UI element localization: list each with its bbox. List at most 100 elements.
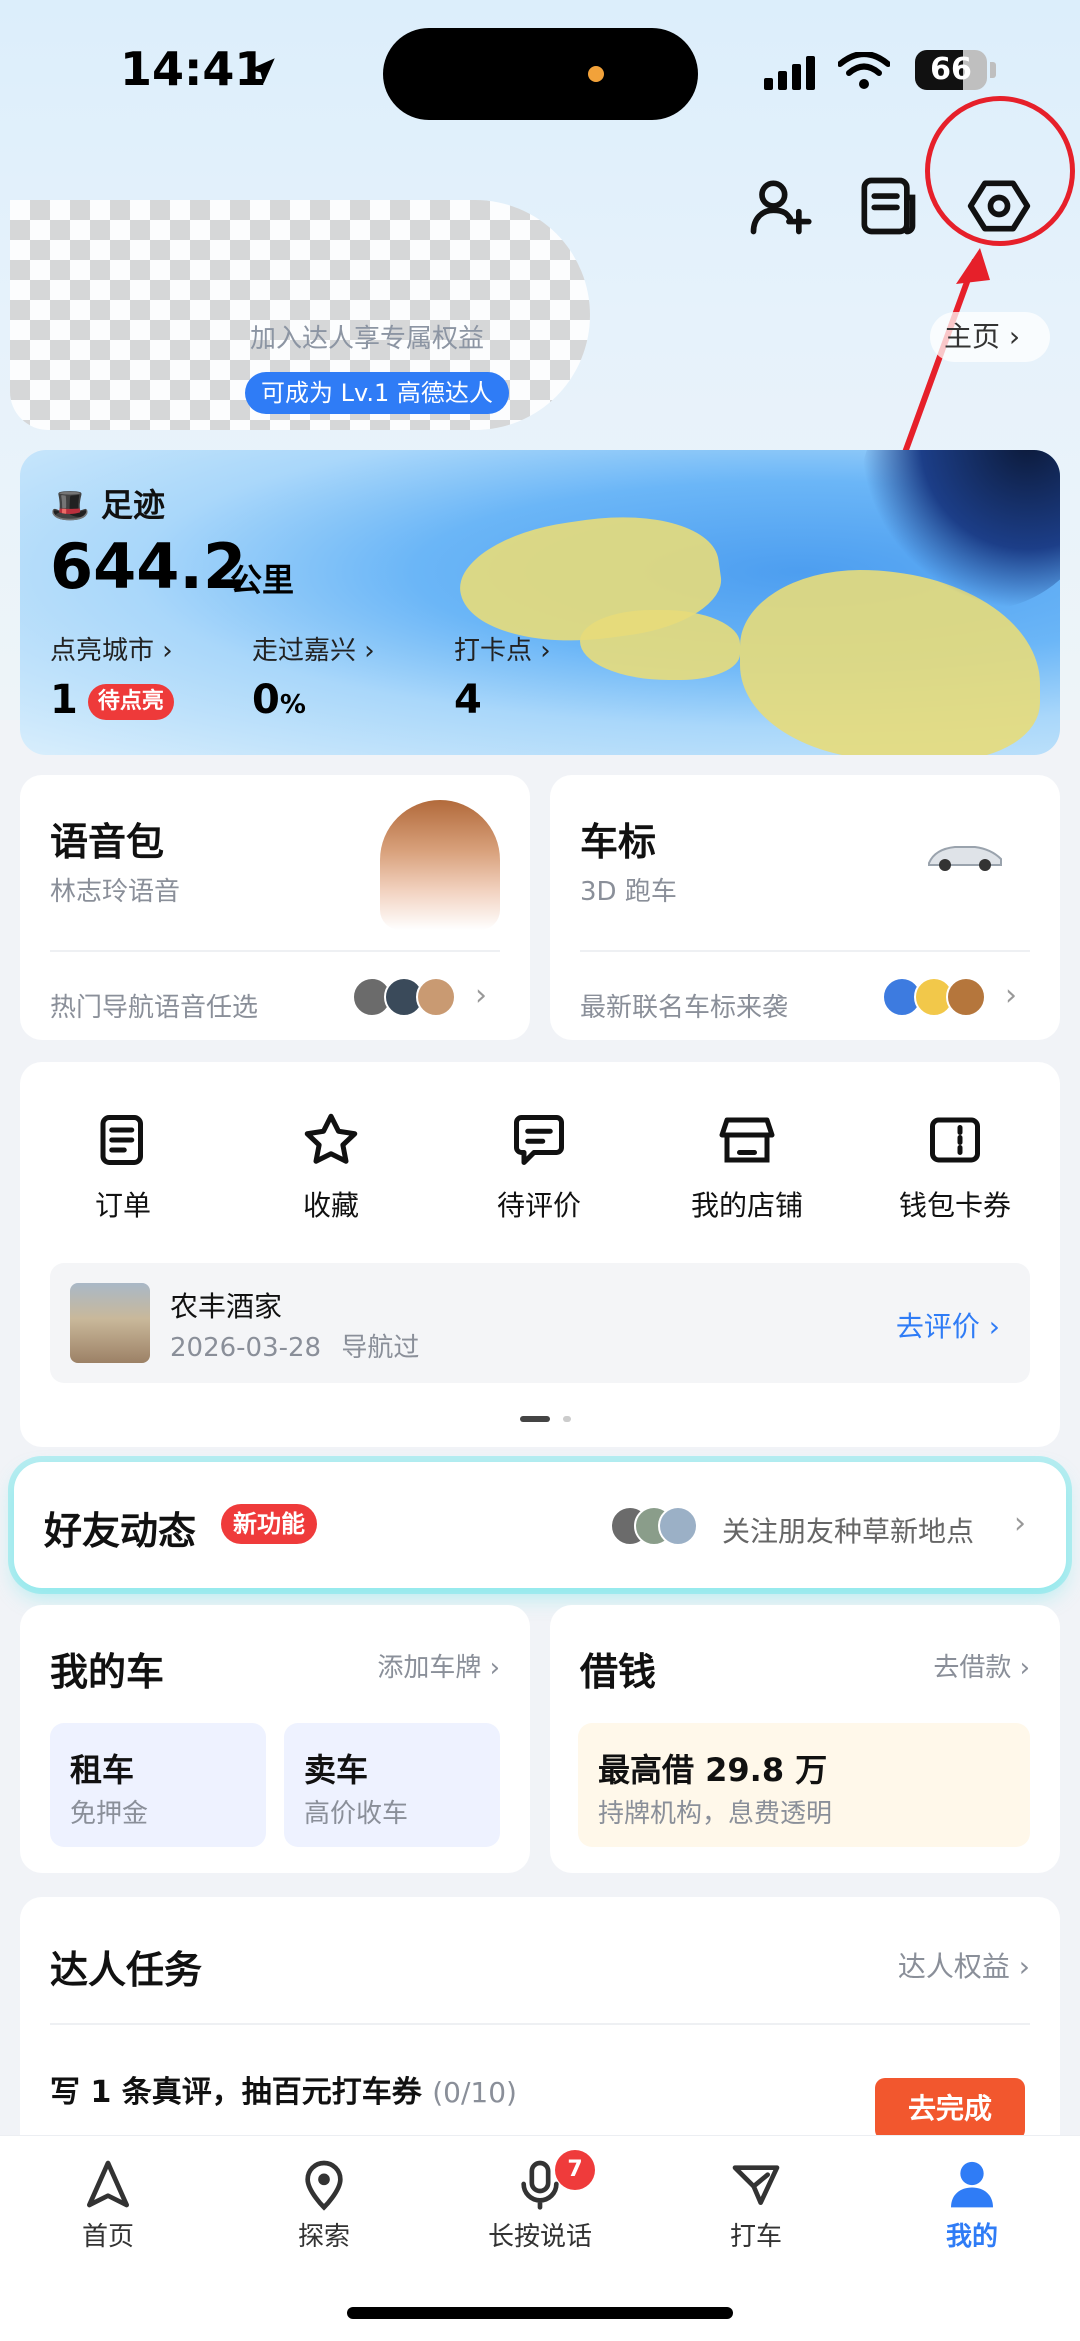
- profile-subtitle: 加入达人享专属权益: [250, 324, 485, 354]
- car-badge-subtitle: 3D 跑车: [580, 877, 677, 907]
- friends-text: 关注朋友种草新地点: [722, 1515, 975, 1548]
- tab-mine[interactable]: 我的: [897, 2156, 1047, 2253]
- shop-date: 2026-03-28: [170, 1333, 322, 1363]
- voice-pack-footer: 热门导航语音任选: [50, 993, 259, 1023]
- divider: [50, 950, 500, 952]
- stat-jiaxing[interactable]: 走过嘉兴 › 0%: [252, 630, 375, 723]
- tab-home-label: 首页: [81, 2222, 134, 2252]
- home-link[interactable]: 主页 ›: [930, 312, 1050, 362]
- tool-favorites[interactable]: 收藏: [241, 1110, 421, 1224]
- shop-meta: 2026-03-28 导航过: [170, 1327, 419, 1364]
- tool-my-shop-label: 我的店铺: [690, 1189, 803, 1222]
- divider: [50, 2023, 1030, 2025]
- my-car-title: 我的车: [50, 1650, 165, 1694]
- navigation-arrow-icon: [87, 2160, 129, 2208]
- rent-car-option[interactable]: 租车 免押金: [50, 1723, 266, 1847]
- loan-headline: 最高借 29.8 万: [598, 1751, 828, 1789]
- task-progress: (0/10): [432, 2076, 517, 2109]
- footprint-title: 🎩 足迹: [50, 480, 165, 526]
- loan-offer[interactable]: 最高借 29.8 万 持牌机构，息费透明: [578, 1723, 1030, 1847]
- car-badge-card[interactable]: 车标 3D 跑车 最新联名车标来袭 ›: [550, 775, 1060, 1040]
- battery-indicator: 66: [915, 50, 987, 90]
- rent-car-title: 租车: [70, 1751, 135, 1789]
- tool-wallet-label: 钱包卡券: [898, 1189, 1011, 1222]
- map-pin-icon: [305, 2160, 343, 2211]
- order-icon: [100, 1115, 143, 1165]
- dynamic-island: [383, 28, 698, 120]
- sell-car-option[interactable]: 卖车 高价收车: [284, 1723, 500, 1847]
- pending-review-row[interactable]: 农丰酒家 2026-03-28 导航过 去评价 ›: [50, 1263, 1030, 1383]
- tab-home[interactable]: 首页: [33, 2156, 183, 2253]
- chevron-right-icon: ›: [1008, 320, 1021, 353]
- comment-icon: [514, 1115, 564, 1165]
- add-plate-link[interactable]: 添加车牌 ›: [377, 1647, 500, 1684]
- tasks-title: 达人任务: [50, 1948, 203, 1992]
- tool-orders-label: 订单: [94, 1189, 151, 1222]
- borrow-label: 去借款: [933, 1653, 1012, 1683]
- location-arrow-icon: [249, 58, 275, 84]
- task-item: 写 1 条真评，抽百元打车券 (0/10): [50, 2067, 517, 2111]
- explorer-hat-icon: 🎩: [50, 486, 90, 524]
- wallet-icon: [930, 1117, 980, 1163]
- tool-favorites-label: 收藏: [302, 1189, 359, 1222]
- task-item-text: 写 1 条真评，抽百元打车券: [50, 2075, 422, 2110]
- voice-pack-card[interactable]: 语音包 林志玲语音 热门导航语音任选 ›: [20, 775, 530, 1040]
- voice-pack-subtitle: 林志玲语音: [50, 877, 181, 907]
- sell-car-sub: 高价收车: [304, 1799, 409, 1829]
- stat-cities[interactable]: 点亮城市 › 1 待点亮: [50, 630, 174, 723]
- user-icon: [951, 2161, 993, 2208]
- avatar: [416, 977, 456, 1017]
- annotation-circle: [925, 96, 1075, 246]
- notes-icon[interactable]: [853, 172, 921, 240]
- chevron-right-icon: ›: [356, 636, 375, 666]
- shop-name: 农丰酒家: [170, 1290, 283, 1323]
- footprint-distance: 644.2: [50, 530, 247, 603]
- expert-benefits-link[interactable]: 达人权益 ›: [898, 1945, 1030, 1985]
- go-review-button[interactable]: 去评价 ›: [896, 1305, 1000, 1345]
- taxi-icon: [732, 2165, 780, 2205]
- home-indicator: [347, 2307, 733, 2319]
- stat-checkins[interactable]: 打卡点 › 4: [454, 630, 551, 723]
- chevron-right-icon: ›: [1011, 1653, 1030, 1683]
- chevron-right-icon: ›: [475, 978, 487, 1013]
- sell-car-title: 卖车: [304, 1751, 369, 1789]
- footprint-title-text: 足迹: [100, 486, 165, 524]
- stat-cities-value: 1: [50, 677, 78, 723]
- rent-car-sub: 免押金: [70, 1799, 149, 1829]
- tab-taxi[interactable]: 打车: [681, 2156, 831, 2253]
- chevron-right-icon: ›: [1009, 1950, 1030, 1983]
- stat-jiaxing-value: 0: [252, 677, 280, 723]
- tab-explore-label: 探索: [297, 2222, 350, 2252]
- stat-jiaxing-label: 走过嘉兴: [252, 636, 357, 666]
- person-add-icon[interactable]: [745, 172, 813, 240]
- tool-orders[interactable]: 订单: [33, 1110, 213, 1224]
- loan-sub: 持牌机构，息费透明: [598, 1799, 833, 1829]
- car-badge-title: 车标: [580, 820, 657, 864]
- borrow-link[interactable]: 去借款 ›: [933, 1647, 1030, 1684]
- friends-activity-card[interactable]: 好友动态 新功能 关注朋友种草新地点 ›: [14, 1462, 1066, 1588]
- add-plate-label: 添加车牌: [377, 1653, 482, 1683]
- stat-jiaxing-unit: %: [279, 690, 306, 720]
- map-landmass: [580, 610, 740, 680]
- go-review-label: 去评价: [895, 1310, 980, 1343]
- wifi-icon: [838, 52, 890, 89]
- tool-pending-review[interactable]: 待评价: [449, 1110, 629, 1224]
- tab-taxi-label: 打车: [729, 2222, 782, 2252]
- tool-wallet[interactable]: 钱包卡券: [865, 1110, 1045, 1224]
- tool-my-shop[interactable]: 我的店铺: [657, 1110, 837, 1224]
- shop-thumbnail: [70, 1283, 150, 1363]
- loan-title: 借钱: [580, 1650, 657, 1694]
- chevron-right-icon: ›: [1014, 1506, 1026, 1541]
- new-feature-badge: 新功能: [221, 1504, 317, 1544]
- cellular-signal-icon: [764, 56, 815, 90]
- footprint-card[interactable]: 🎩 足迹 644.2 公里 点亮城市 › 1 待点亮 走过嘉兴 › 0% 打卡点 …: [20, 450, 1060, 755]
- level-badge[interactable]: 可成为 Lv.1 高德达人: [245, 372, 509, 414]
- my-car-card: 我的车 添加车牌 › 租车 免押金 卖车 高价收车: [20, 1605, 530, 1873]
- tab-explore[interactable]: 探索: [249, 2156, 399, 2253]
- tab-voice[interactable]: 7 长按说话: [465, 2150, 615, 2253]
- page-indicator: [563, 1416, 571, 1422]
- tab-mine-label: 我的: [945, 2222, 998, 2252]
- star-icon: [304, 1113, 358, 1164]
- complete-task-button[interactable]: 去完成: [875, 2078, 1025, 2140]
- chevron-right-icon: ›: [988, 1310, 1000, 1343]
